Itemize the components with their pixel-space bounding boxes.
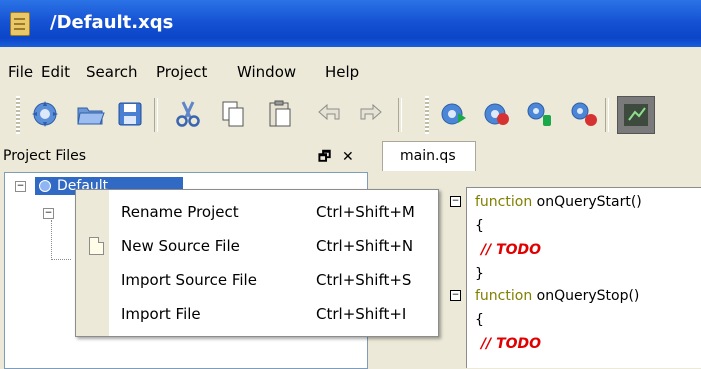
debug-run-icon[interactable] <box>522 96 558 132</box>
new-file-icon <box>89 237 104 255</box>
menu-item-rename-project[interactable]: Rename Project Ctrl+Shift+M <box>76 195 438 228</box>
toolbar-separator <box>154 98 158 132</box>
stop-icon[interactable] <box>478 96 514 132</box>
toolbar-separator <box>605 98 609 132</box>
code-line: { <box>475 312 484 328</box>
menu-bar: File Edit Search Project Window Help <box>0 59 701 85</box>
code-line: { <box>475 218 484 234</box>
code-line: // TODO <box>481 336 542 352</box>
app-icon <box>10 12 30 36</box>
menu-search[interactable]: Search <box>86 63 138 81</box>
fold-toggle-icon[interactable]: − <box>450 196 461 207</box>
debug-stop-icon[interactable] <box>566 96 602 132</box>
menu-file[interactable]: File <box>8 63 33 81</box>
code-line: // TODO <box>481 242 542 258</box>
tree-line <box>51 259 71 261</box>
save-icon[interactable] <box>112 96 148 132</box>
new-project-icon[interactable] <box>27 96 63 132</box>
code-line: function onQueryStop() <box>475 288 640 304</box>
code-line: function onQueryStart() <box>475 194 642 210</box>
open-icon[interactable] <box>72 96 108 132</box>
cut-icon[interactable] <box>170 96 206 132</box>
context-menu: Rename Project Ctrl+Shift+M New Source F… <box>75 189 439 337</box>
menu-window[interactable]: Window <box>237 63 296 81</box>
menu-help[interactable]: Help <box>325 63 359 81</box>
tab-main-qs[interactable]: main.qs <box>382 141 476 171</box>
undo-icon[interactable] <box>312 96 348 132</box>
project-icon <box>39 180 51 192</box>
project-files-header: Project Files 🗗 ✕ <box>0 141 370 171</box>
panel-title: Project Files <box>3 148 87 164</box>
run-icon[interactable] <box>435 96 471 132</box>
toolbar <box>0 92 701 140</box>
tree-line <box>51 220 53 260</box>
editor-tab-strip: main.qs <box>370 141 701 171</box>
collapse-toggle-icon[interactable]: − <box>15 181 26 192</box>
menu-project[interactable]: Project <box>156 63 207 81</box>
code-editor[interactable]: function onQueryStart() { // TODO } func… <box>466 187 701 368</box>
menu-edit[interactable]: Edit <box>41 63 70 81</box>
float-panel-icon[interactable]: 🗗 <box>318 149 331 165</box>
redo-icon[interactable] <box>352 96 388 132</box>
menu-item-import-file[interactable]: Import File Ctrl+Shift+I <box>76 297 438 330</box>
close-panel-icon[interactable]: ✕ <box>342 149 354 165</box>
toolbar-grip[interactable] <box>425 96 429 134</box>
copy-icon[interactable] <box>215 96 251 132</box>
toolbar-separator <box>398 98 402 132</box>
terminal-icon[interactable] <box>617 96 655 134</box>
toolbar-grip[interactable] <box>16 96 20 134</box>
paste-icon[interactable] <box>262 96 298 132</box>
menu-item-import-source-file[interactable]: Import Source File Ctrl+Shift+S <box>76 263 438 296</box>
menu-item-new-source-file[interactable]: New Source File Ctrl+Shift+N <box>76 229 438 262</box>
collapse-toggle-icon[interactable]: − <box>43 208 54 219</box>
code-line: } <box>475 266 484 282</box>
tab-label: main.qs <box>400 148 456 164</box>
fold-toggle-icon[interactable]: − <box>450 290 461 301</box>
window-title: /Default.xqs <box>50 12 174 33</box>
title-bar: /Default.xqs <box>0 0 701 47</box>
